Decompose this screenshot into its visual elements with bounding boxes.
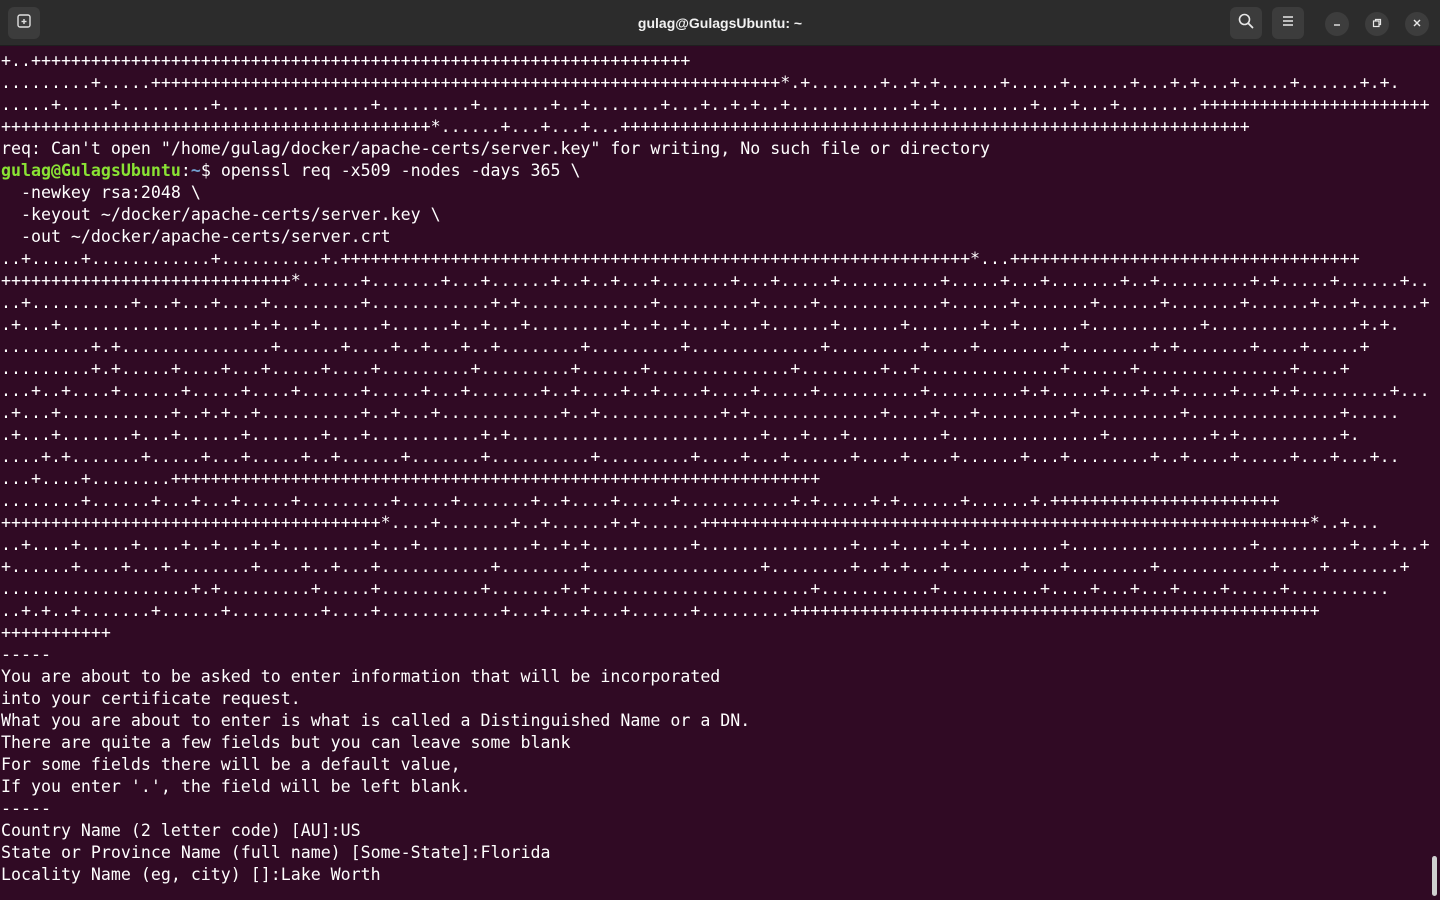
new-tab-button[interactable] bbox=[8, 7, 40, 39]
terminal-line: .+...+...................+.+...+......+.… bbox=[1, 315, 1400, 334]
terminal-line: You are about to be asked to enter infor… bbox=[1, 667, 721, 686]
search-button[interactable] bbox=[1230, 7, 1262, 39]
terminal-line: ...................+.+.........+.....+..… bbox=[1, 579, 1390, 598]
terminal-line: .....+.....+.........+...............+..… bbox=[1, 95, 1430, 114]
close-button[interactable] bbox=[1405, 12, 1429, 36]
terminal-line: ..+.....+............+..........+.++++++… bbox=[1, 249, 1360, 268]
prompt-command: openssl req -x509 -nodes -days 365 \ bbox=[220, 161, 581, 180]
terminal-window: gulag@GulagsUbuntu: ~ +..+++++++++++++++… bbox=[0, 0, 1440, 900]
maximize-button[interactable] bbox=[1365, 12, 1389, 36]
terminal-line: ........+......+...+...+.....+.........+… bbox=[1, 491, 1280, 510]
restore-icon bbox=[1372, 15, 1382, 33]
search-icon bbox=[1237, 12, 1255, 35]
terminal-line: .+...+.......+...+......+.......+...+...… bbox=[1, 425, 1360, 444]
terminal-line: -newkey rsa:2048 \ bbox=[1, 183, 201, 202]
terminal-line: +++++++++++++++++++++++++++++*......+...… bbox=[1, 271, 1430, 290]
terminal-line: State or Province Name (full name) [Some… bbox=[1, 843, 551, 862]
terminal-line: .........+.+.....+....+...+.....+....+..… bbox=[1, 359, 1350, 378]
terminal-line: ----- bbox=[1, 645, 51, 664]
new-tab-icon bbox=[16, 13, 32, 34]
prompt-symbol: $ bbox=[200, 161, 221, 180]
error-line: req: Can't open "/home/gulag/docker/apac… bbox=[1, 139, 991, 158]
title-bar[interactable]: gulag@GulagsUbuntu: ~ bbox=[0, 0, 1440, 46]
terminal-line: +..+++++++++++++++++++++++++++++++++++++… bbox=[1, 51, 691, 70]
terminal-line: ....+.+.......+.....+...+.....+..+......… bbox=[1, 447, 1400, 466]
terminal-line: ++++++++++++++++++++++++++++++++++++++++… bbox=[1, 117, 1250, 136]
terminal-line: ...+....+........+++++++++++++++++++++++… bbox=[1, 469, 821, 488]
hamburger-menu-icon bbox=[1280, 13, 1296, 34]
prompt-separator: : bbox=[180, 161, 191, 180]
terminal-line: There are quite a few fields but you can… bbox=[1, 733, 571, 752]
terminal-line: ...+..+....+......+.....+....+......+...… bbox=[1, 381, 1430, 400]
terminal-line: .........+.+...............+......+....+… bbox=[1, 337, 1370, 356]
terminal-line: What you are about to enter is what is c… bbox=[1, 711, 751, 730]
terminal-line: .+...+...........+..+.+..+..........+..+… bbox=[1, 403, 1400, 422]
terminal-line: -out ~/docker/apache-certs/server.crt bbox=[1, 227, 391, 246]
terminal-line: If you enter '.', the field will be left… bbox=[1, 777, 471, 796]
close-icon bbox=[1412, 15, 1422, 33]
prompt-path: ~ bbox=[190, 161, 201, 180]
terminal-output[interactable]: +..+++++++++++++++++++++++++++++++++++++… bbox=[0, 46, 1430, 900]
minimize-icon bbox=[1332, 15, 1342, 33]
minimize-button[interactable] bbox=[1325, 12, 1349, 36]
scrollbar[interactable] bbox=[1432, 856, 1437, 896]
terminal-line: For some fields there will be a default … bbox=[1, 755, 461, 774]
terminal-line: ----- bbox=[1, 799, 51, 818]
terminal-line: +......+....+...+........+....+..+...+..… bbox=[1, 557, 1410, 576]
terminal-line: +++++++++++ bbox=[1, 623, 111, 642]
prompt-user-host: gulag@GulagsUbuntu bbox=[1, 161, 181, 180]
terminal-line: ..+..........+...+...+....+.........+...… bbox=[1, 293, 1430, 312]
terminal-line: Country Name (2 letter code) [AU]:US bbox=[1, 821, 361, 840]
window-title: gulag@GulagsUbuntu: ~ bbox=[637, 15, 803, 31]
terminal-line: -keyout ~/docker/apache-certs/server.key… bbox=[1, 205, 441, 224]
terminal-line: ..+....+.....+....+..+...+.+.........+..… bbox=[1, 535, 1430, 554]
terminal-line: Locality Name (eg, city) []:Lake Worth bbox=[1, 865, 381, 884]
terminal-line: ++++++++++++++++++++++++++++++++++++++*.… bbox=[1, 513, 1380, 532]
terminal-line: .........+.....+++++++++++++++++++++++++… bbox=[1, 73, 1400, 92]
terminal-line: into your certificate request. bbox=[1, 689, 301, 708]
terminal-line: ..+.+..+.......+......+.........+....+..… bbox=[1, 601, 1320, 620]
menu-button[interactable] bbox=[1272, 7, 1304, 39]
prompt-line: gulag@GulagsUbuntu:~$ openssl req -x509 … bbox=[1, 160, 1430, 182]
